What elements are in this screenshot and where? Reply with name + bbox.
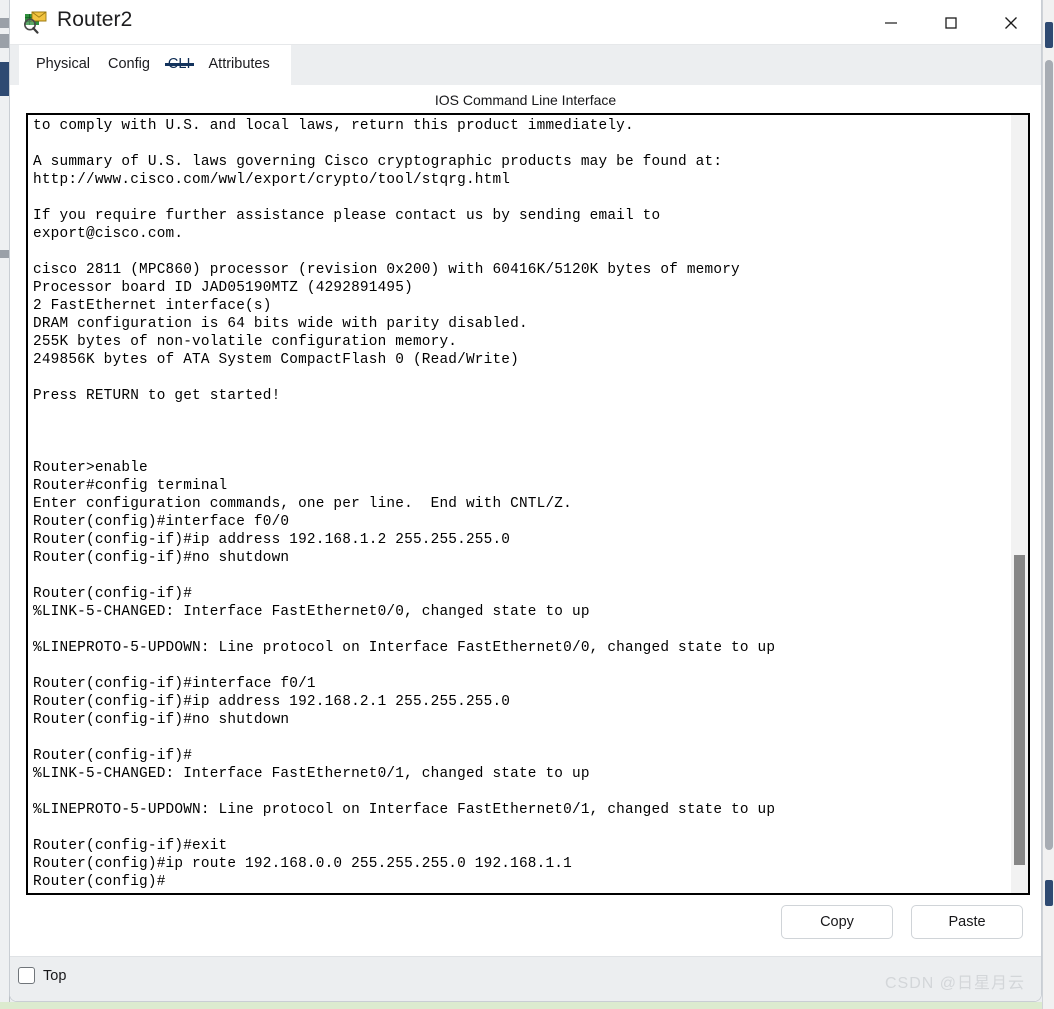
cli-action-buttons: Copy Paste — [781, 905, 1023, 939]
minimize-button[interactable] — [861, 0, 921, 45]
watermark: CSDN @日星月云 — [884, 975, 1025, 992]
cli-terminal[interactable]: to comply with U.S. and local laws, retu… — [26, 113, 1030, 895]
application-window: Router2 Physical Config CLI Attributes I… — [0, 0, 1054, 1009]
window-title: Router2 — [57, 8, 133, 31]
minimize-icon — [885, 21, 897, 24]
terminal-scrollbar-thumb[interactable] — [1014, 555, 1025, 865]
maximize-button[interactable] — [921, 0, 981, 45]
maximize-icon — [945, 16, 957, 29]
top-checkbox-row[interactable]: Top — [18, 967, 66, 984]
top-checkbox[interactable] — [18, 967, 35, 984]
router-device-window: Router2 Physical Config CLI Attributes I… — [9, 0, 1042, 1002]
top-checkbox-label: Top — [43, 967, 67, 984]
cli-heading: IOS Command Line Interface — [434, 92, 617, 108]
background-desktop-strip — [0, 1002, 1054, 1009]
close-button[interactable] — [981, 0, 1041, 45]
title-bar: Router2 — [10, 0, 1041, 45]
tab-config[interactable]: Config — [99, 45, 159, 72]
terminal-scrollbar[interactable] — [1011, 115, 1028, 893]
paste-button[interactable]: Paste — [911, 905, 1023, 939]
copy-button[interactable]: Copy — [781, 905, 893, 939]
tab-cli[interactable]: CLI — [159, 45, 200, 72]
window-footer: Top CSDN @日星月云 — [10, 956, 1041, 1001]
tab-attributes[interactable]: Attributes — [200, 45, 279, 72]
cli-terminal-output: to comply with U.S. and local laws, retu… — [33, 118, 776, 890]
tab-content-cli: IOS Command Line Interface to comply wit… — [10, 85, 1041, 1001]
outer-window-scrollbar[interactable] — [1042, 0, 1054, 1009]
packet-tracer-icon — [23, 9, 49, 35]
tab-bar: Physical Config CLI Attributes — [10, 45, 1041, 85]
tab-physical[interactable]: Physical — [27, 45, 99, 72]
close-icon — [1005, 16, 1017, 29]
window-controls — [861, 0, 1041, 45]
